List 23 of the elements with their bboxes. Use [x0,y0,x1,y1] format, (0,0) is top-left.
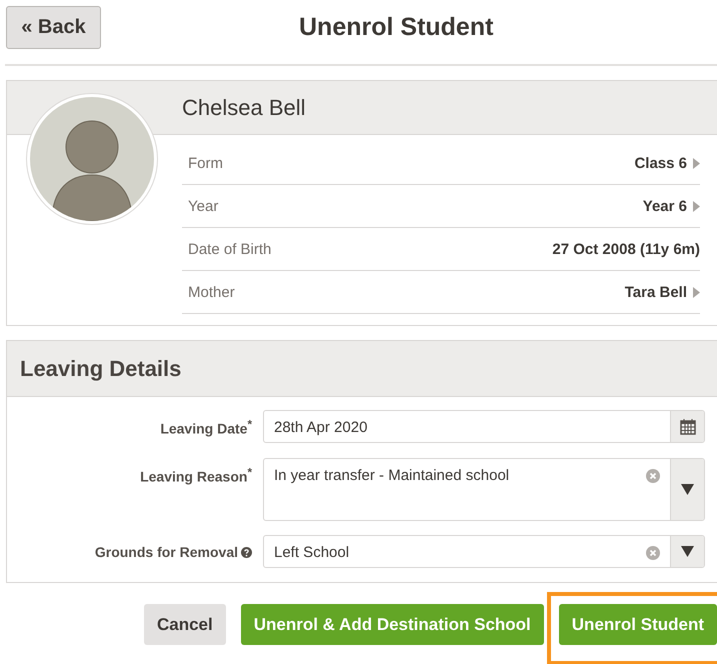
detail-label: Year [188,198,218,214]
calendar-icon[interactable] [680,418,696,434]
date-field[interactable]: 28th Apr 2020 [263,410,705,443]
section-title: Leaving Details [20,356,182,382]
detail-label: Mother [188,284,235,300]
detail-value[interactable]: Year 6 [642,198,687,214]
select-field[interactable]: Left School [263,535,705,568]
dropdown-icon[interactable] [681,546,694,557]
detail-value[interactable]: Tara Bell [624,284,687,300]
field-label: Grounds for Removal [94,544,238,560]
page-title: Unenrol Student [299,12,494,42]
field-label: Leaving Date$^{*}$ [160,418,252,436]
detail-value: 27 Oct 2008 (11y 6m) [552,240,700,258]
dropdown-icon[interactable] [681,484,694,495]
student-name: Chelsea Bell [182,94,306,120]
detail-label: Form [188,154,223,172]
detail-value[interactable]: Class 6 [634,154,687,172]
back-button[interactable]: « Back [6,6,101,48]
help-icon[interactable] [241,546,252,558]
detail-label: Date of Birth [188,240,272,258]
cancel-button[interactable]: Cancel [144,604,226,645]
field-label: Leaving Reason$^{*}$ [140,466,252,484]
select-field[interactable]: In year transfer - Maintained school [263,458,705,521]
